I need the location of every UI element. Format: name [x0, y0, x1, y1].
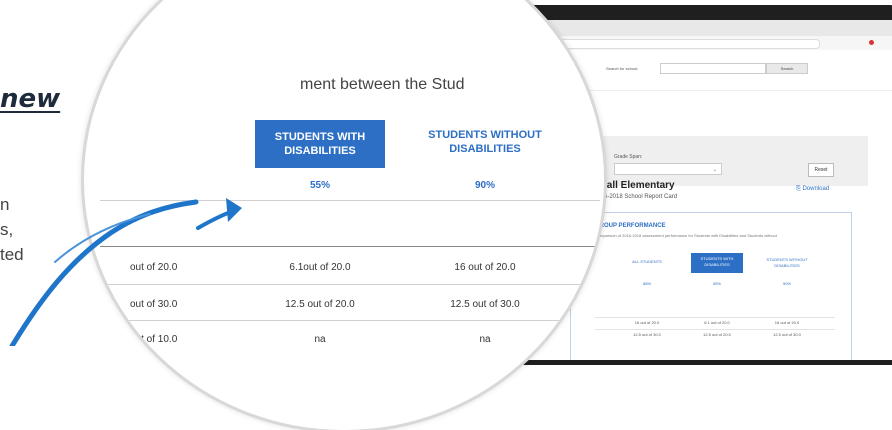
pointer-arrow-icon [9, 199, 199, 346]
